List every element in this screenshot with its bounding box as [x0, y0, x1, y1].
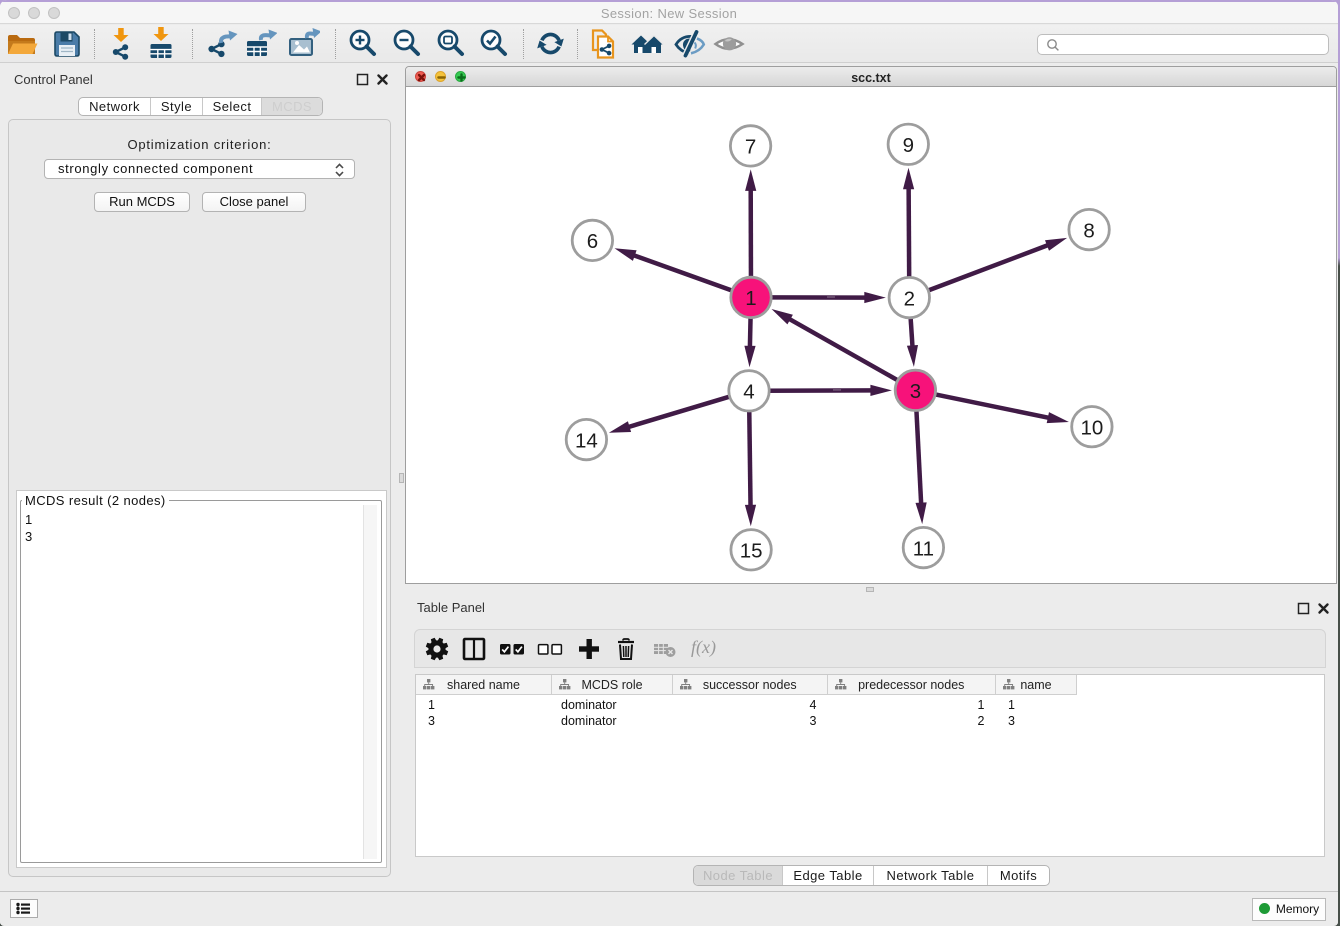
svg-text:10: 10	[1080, 416, 1103, 439]
svg-text:6: 6	[587, 230, 598, 253]
svg-text:9: 9	[903, 134, 914, 157]
svg-text:7: 7	[745, 136, 756, 159]
svg-text:14: 14	[575, 429, 598, 452]
svg-text:15: 15	[740, 540, 763, 563]
svg-text:2: 2	[904, 287, 915, 310]
svg-text:11: 11	[913, 537, 934, 560]
svg-text:8: 8	[1083, 219, 1094, 242]
svg-text:4: 4	[743, 381, 754, 404]
svg-text:3: 3	[910, 380, 921, 403]
svg-text:1: 1	[745, 287, 756, 310]
